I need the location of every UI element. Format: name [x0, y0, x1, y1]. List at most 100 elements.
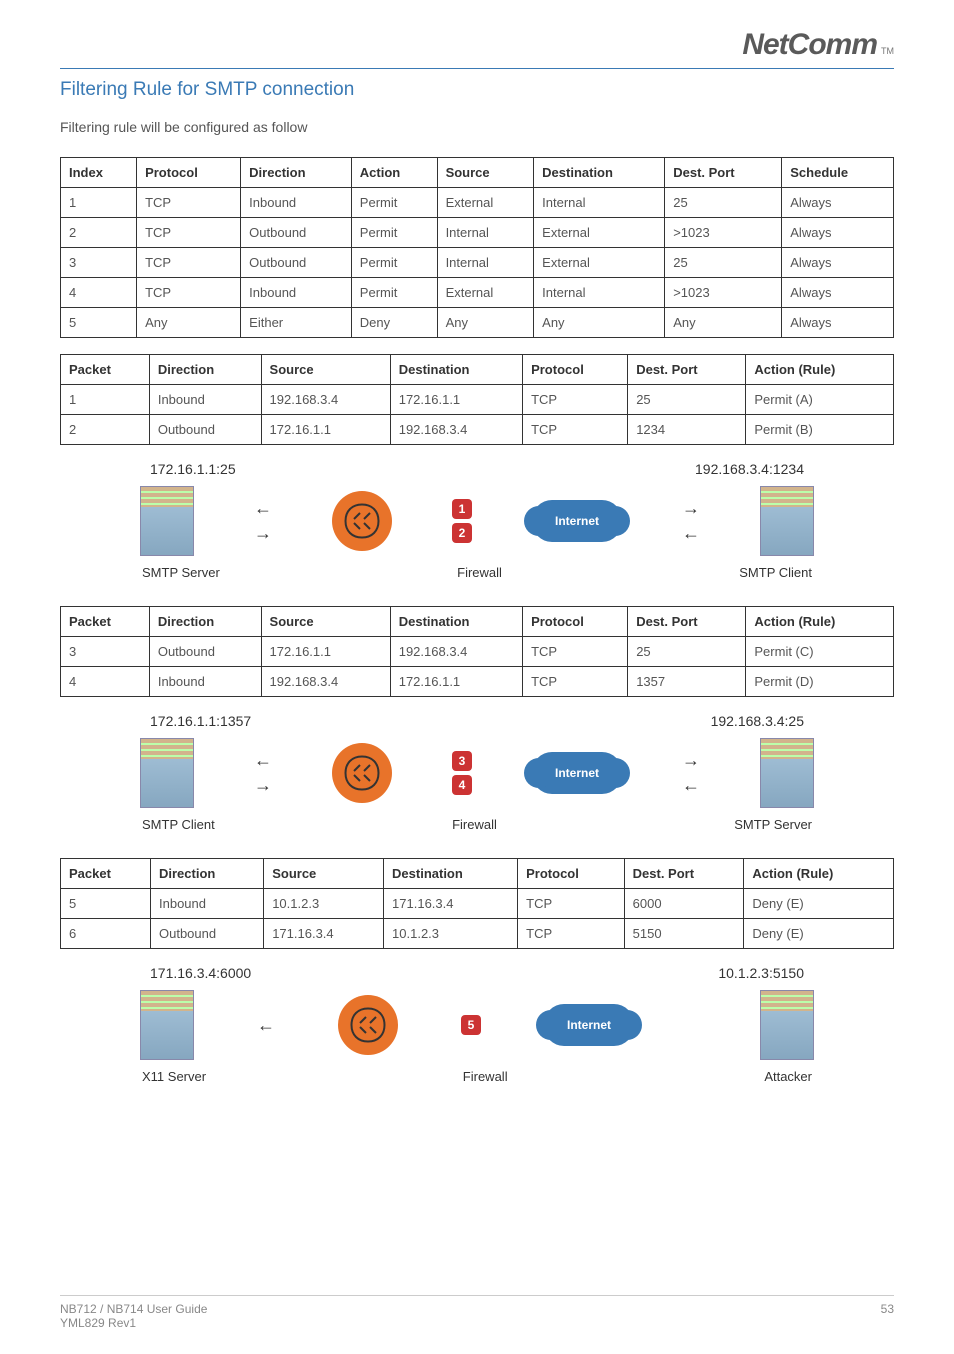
network-diagram: 171.16.3.4:600010.1.2.3:5150←5InternetX1…	[60, 965, 894, 1104]
left-node-label: SMTP Client	[142, 817, 215, 832]
packet-cell: 192.168.3.4	[390, 415, 522, 445]
rules-cell: TCP	[137, 218, 241, 248]
rules-cell: Inbound	[241, 188, 352, 218]
table-row: 5Inbound10.1.2.3171.16.3.4TCP6000Deny (E…	[61, 889, 894, 919]
packet-col-header: Direction	[151, 859, 264, 889]
rules-cell: >1023	[665, 218, 782, 248]
packet-cell: 2	[61, 415, 150, 445]
rules-cell: Permit	[351, 188, 437, 218]
internet-cloud-icon: Internet	[532, 500, 622, 542]
rules-col-header: Source	[437, 158, 534, 188]
footer-page: 53	[881, 1302, 894, 1330]
packet-col-header: Packet	[61, 607, 150, 637]
packet-cell: 1234	[628, 415, 746, 445]
packet-cell: 1	[61, 385, 150, 415]
packet-badge: 5	[461, 1015, 481, 1035]
rules-cell: Inbound	[241, 278, 352, 308]
packet-badge: 1	[452, 499, 472, 519]
packet-cell: 1357	[628, 667, 746, 697]
firewall-label: Firewall	[452, 817, 497, 832]
divider	[60, 68, 894, 69]
left-node-label: SMTP Server	[142, 565, 220, 580]
arrow-right-icon: →	[254, 523, 272, 544]
rules-cell: Either	[241, 308, 352, 338]
packet-cell: 5150	[624, 919, 744, 949]
table-row: 2TCPOutboundPermitInternalExternal>1023A…	[61, 218, 894, 248]
packet-cell: 172.16.1.1	[261, 415, 390, 445]
rules-cell: Any	[534, 308, 665, 338]
packet-cell: 192.168.3.4	[261, 667, 390, 697]
table-row: 5AnyEitherDenyAnyAnyAnyAlways	[61, 308, 894, 338]
packet-cell: 10.1.2.3	[264, 889, 384, 919]
rules-cell: 25	[665, 188, 782, 218]
packet-cell: 172.16.1.1	[390, 385, 522, 415]
packet-col-header: Destination	[390, 607, 522, 637]
packet-badge: 2	[452, 523, 472, 543]
rules-cell: 2	[61, 218, 137, 248]
packet-cell: Permit (D)	[746, 667, 894, 697]
rules-col-header: Direction	[241, 158, 352, 188]
rules-cell: Any	[665, 308, 782, 338]
packet-cell: Permit (C)	[746, 637, 894, 667]
arrow-left-icon: ←	[257, 1015, 275, 1036]
packet-col-header: Direction	[149, 607, 261, 637]
packet-cell: TCP	[523, 415, 628, 445]
packet-cell: 192.168.3.4	[390, 637, 522, 667]
intro-text: Filtering rule will be configured as fol…	[60, 119, 894, 135]
rules-cell: 3	[61, 248, 137, 278]
right-address: 192.168.3.4:25	[711, 713, 804, 729]
right-address: 192.168.3.4:1234	[695, 461, 804, 477]
packet-cell: 171.16.3.4	[264, 919, 384, 949]
packet-cell: 6	[61, 919, 151, 949]
brand-logo: NetComm TM	[742, 28, 894, 62]
firewall-label: Firewall	[457, 565, 502, 580]
right-node-label: Attacker	[764, 1069, 812, 1084]
packet-cell: Outbound	[149, 637, 261, 667]
arrow-right-icon: →	[682, 498, 700, 519]
rules-cell: TCP	[137, 188, 241, 218]
packet-col-header: Action (Rule)	[746, 607, 894, 637]
packet-col-header: Dest. Port	[628, 355, 746, 385]
brand-tm: TM	[881, 46, 894, 56]
rules-cell: >1023	[665, 278, 782, 308]
network-diagram: 172.16.1.1:25192.168.3.4:1234←→12Interne…	[60, 461, 894, 580]
table-row: 4TCPInboundPermitExternalInternal>1023Al…	[61, 278, 894, 308]
server-icon	[140, 990, 194, 1060]
server-icon	[760, 738, 814, 808]
server-icon	[140, 738, 194, 808]
rules-cell: External	[437, 278, 534, 308]
rules-cell: Internal	[437, 248, 534, 278]
rules-cell: External	[534, 248, 665, 278]
server-icon	[760, 486, 814, 556]
server-icon	[140, 486, 194, 556]
packet-cell: TCP	[523, 637, 628, 667]
packet-cell: 172.16.1.1	[390, 667, 522, 697]
rules-cell: Any	[137, 308, 241, 338]
rules-cell: External	[534, 218, 665, 248]
table-row: 1TCPInboundPermitExternalInternal25Alway…	[61, 188, 894, 218]
packet-cell: 5	[61, 889, 151, 919]
rules-cell: Always	[782, 248, 894, 278]
internet-cloud-icon: Internet	[544, 1004, 634, 1046]
rules-col-header: Index	[61, 158, 137, 188]
arrow-left-icon: ←	[254, 750, 272, 771]
rules-col-header: Action	[351, 158, 437, 188]
rules-cell: Deny	[351, 308, 437, 338]
rules-cell: Permit	[351, 278, 437, 308]
arrow-right-icon: →	[682, 750, 700, 771]
firewall-icon	[332, 743, 392, 803]
packet-table: PacketDirectionSourceDestinationProtocol…	[60, 354, 894, 445]
table-row: 3TCPOutboundPermitInternalExternal25Alwa…	[61, 248, 894, 278]
rules-col-header: Destination	[534, 158, 665, 188]
rules-cell: Outbound	[241, 248, 352, 278]
packet-col-header: Protocol	[523, 355, 628, 385]
packet-cell: Inbound	[149, 385, 261, 415]
packet-cell: TCP	[518, 919, 625, 949]
table-row: 6Outbound171.16.3.410.1.2.3TCP5150Deny (…	[61, 919, 894, 949]
packet-cell: Inbound	[149, 667, 261, 697]
section-title: Filtering Rule for SMTP connection	[60, 79, 894, 101]
table-row: 1Inbound192.168.3.4172.16.1.1TCP25Permit…	[61, 385, 894, 415]
rules-cell: 5	[61, 308, 137, 338]
packet-cell: Deny (E)	[744, 889, 894, 919]
packet-cell: 25	[628, 385, 746, 415]
